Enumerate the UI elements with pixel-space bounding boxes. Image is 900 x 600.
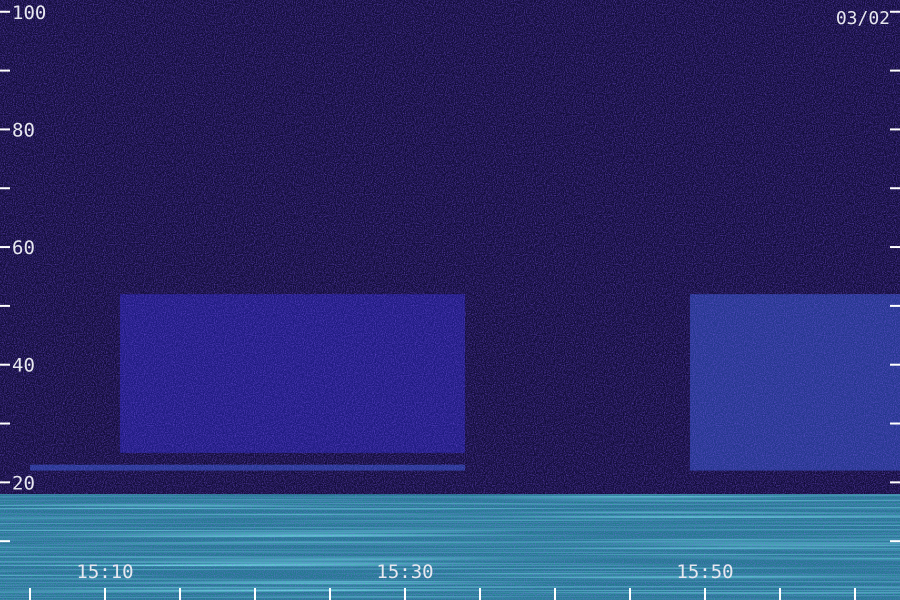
x-tick-label: 15:50 [676,561,733,583]
x-tick-label: 15:30 [376,561,433,583]
y-tick-label: 80 [12,119,35,141]
x-tick-label: 15:10 [76,561,133,583]
date-label: 03/02 [836,8,890,29]
y-tick-label: 60 [12,237,35,259]
noise-texture [0,0,900,600]
spectrogram-chart: 20 40 60 80 100 15:10 15:30 15:50 03/02 [0,0,900,600]
y-tick-label: 100 [12,2,46,24]
y-tick-label: 40 [12,355,35,377]
y-tick-label: 20 [12,472,35,494]
